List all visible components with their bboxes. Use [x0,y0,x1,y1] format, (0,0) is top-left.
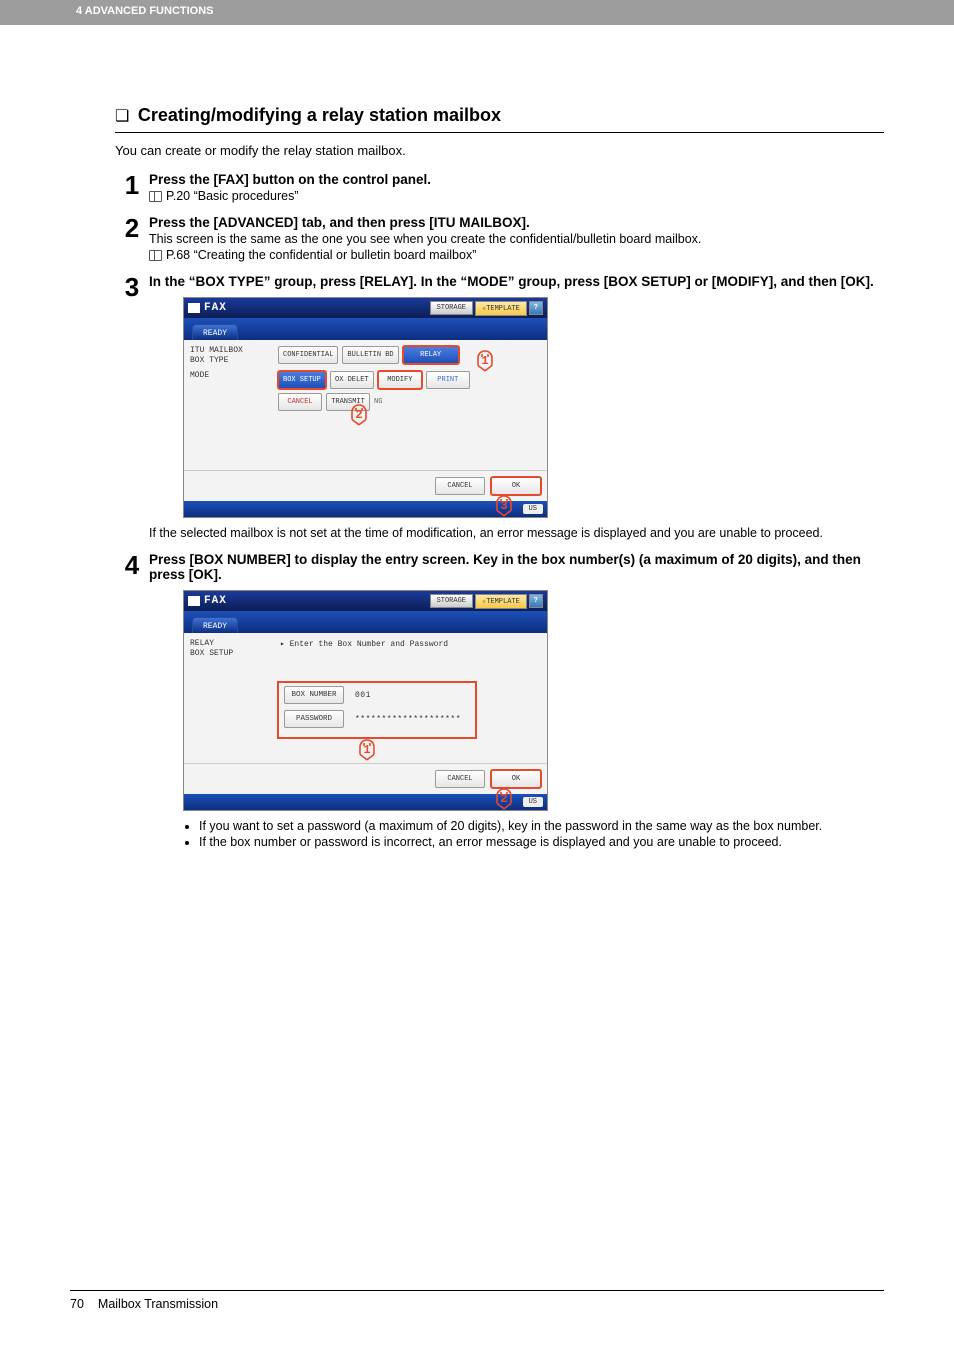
storage-button[interactable]: STORAGE [430,301,473,315]
step-title: Press the [ADVANCED] tab, and then press… [149,215,884,230]
tab-row: READY [184,318,547,340]
ready-tab[interactable]: READY [192,617,238,633]
step-3: 3 In the “BOX TYPE” group, press [RELAY]… [115,274,884,542]
modify-button[interactable]: MODIFY [378,371,422,389]
page-number: 70 [70,1297,84,1311]
job-status-chip[interactable]: US [523,504,543,514]
reference-line: P.20 “Basic procedures” [149,189,884,203]
step3-note: If the selected mailbox is not set at th… [149,526,884,540]
label-itu-mailbox: ITU MAILBOX [190,346,278,356]
label-box-type: BOX TYPE [190,356,278,366]
page-footer: 70 Mailbox Transmission [70,1290,884,1311]
section-heading: ❏ Creating/modifying a relay station mai… [115,105,884,133]
step-number: 4 [115,552,149,851]
fax-titlebar: FAX STORAGE ★TEMPLATE ? [184,298,547,318]
template-button[interactable]: ★TEMPLATE [475,594,527,609]
prompt-text: ▸ Enter the Box Number and Password [280,639,448,649]
cancel-button[interactable]: CANCEL [435,477,485,495]
label-box-setup: BOX SETUP [190,649,278,659]
callout-3: 3 [500,499,507,513]
step-number: 2 [115,215,149,264]
breadcrumb-text: 4 ADVANCED FUNCTIONS [76,5,214,17]
step-title: Press the [FAX] button on the control pa… [149,172,884,187]
step4-bullets: If you want to set a password (a maximum… [149,819,884,849]
chapter-header: 4 ADVANCED FUNCTIONS [0,0,954,25]
fax-titlebar: FAX STORAGE ★TEMPLATE ? [184,591,547,611]
reference-text: P.20 “Basic procedures” [166,189,298,203]
fax-title: FAX [204,302,227,314]
password-button[interactable]: PASSWORD [284,710,344,728]
storage-button[interactable]: STORAGE [430,594,473,608]
reference-text: P.68 “Creating the confidential or bulle… [166,248,476,262]
fax-screenshot-2: FAX STORAGE ★TEMPLATE ? READY RELAY [183,590,884,811]
section-intro: You can create or modify the relay stati… [115,143,884,158]
book-icon [149,250,162,260]
label-mode: MODE [190,371,278,381]
ng-label: NG [374,398,382,406]
confidential-button[interactable]: CONFIDENTIAL [278,346,338,364]
bullet-item: If the box number or password is incorre… [199,835,884,849]
step-4: 4 Press [BOX NUMBER] to display the entr… [115,552,884,851]
callout-1: 1 [481,354,488,368]
fax-title: FAX [204,595,227,607]
label-relay: RELAY [190,639,278,649]
step-1: 1 Press the [FAX] button on the control … [115,172,884,205]
box-delete-button[interactable]: OX DELET [330,371,374,389]
box-number-button[interactable]: BOX NUMBER [284,686,344,704]
relay-button[interactable]: RELAY [403,346,459,364]
tab-row: READY [184,611,547,633]
reference-line: P.68 “Creating the confidential or bulle… [149,248,884,262]
ready-tab[interactable]: READY [192,324,238,340]
step-title: In the “BOX TYPE” group, press [RELAY]. … [149,274,884,289]
step-2: 2 Press the [ADVANCED] tab, and then pre… [115,215,884,264]
callout-2: 2 [500,792,507,806]
callout-2: 2 [355,408,362,422]
book-icon [149,191,162,201]
step-description: This screen is the same as the one you s… [149,232,884,246]
step-number: 1 [115,172,149,205]
mode-cancel-button[interactable]: CANCEL [278,393,322,411]
help-button[interactable]: ? [529,301,543,315]
checkbox-icon: ❏ [115,106,128,126]
step-title: Press [BOX NUMBER] to display the entry … [149,552,884,582]
box-number-value: 001 [350,689,470,702]
help-button[interactable]: ? [529,594,543,608]
job-status-chip[interactable]: US [523,797,543,807]
box-setup-button[interactable]: BOX SETUP [278,371,326,389]
fax-icon [188,596,200,606]
bulletin-button[interactable]: BULLETIN BD [342,346,398,364]
fax-screenshot-1: FAX STORAGE ★TEMPLATE ? READY ITU MAILBO… [183,297,884,518]
password-value: ******************** [350,713,470,726]
template-button[interactable]: ★TEMPLATE [475,301,527,316]
callout-1: 1 [363,743,370,757]
cancel-button[interactable]: CANCEL [435,770,485,788]
fax-icon [188,303,200,313]
step-number: 3 [115,274,149,542]
footer-chapter: Mailbox Transmission [98,1297,218,1311]
print-button[interactable]: PRINT [426,371,470,389]
bullet-item: If you want to set a password (a maximum… [199,819,884,833]
section-title-text: Creating/modifying a relay station mailb… [138,105,501,125]
page-body: ❏ Creating/modifying a relay station mai… [0,25,954,851]
